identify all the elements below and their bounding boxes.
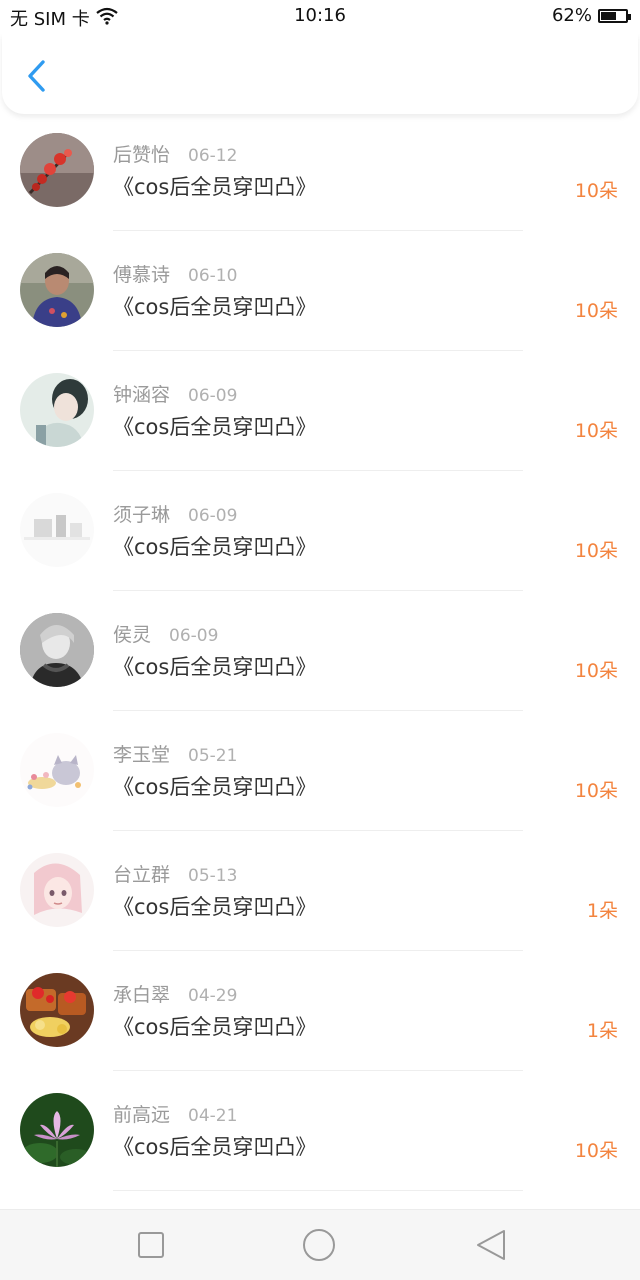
work-title: 《cos后全员穿凹凸》 <box>113 655 317 679</box>
square-icon <box>138 1232 164 1258</box>
divider <box>113 230 523 231</box>
gift-date: 04-29 <box>188 986 238 1006</box>
sender-line: 台立群 05-13 <box>113 860 237 887</box>
list-item[interactable]: 须子琳 06-09 《cos后全员穿凹凸》 10朵 <box>0 484 640 604</box>
gift-date: 06-12 <box>188 146 238 166</box>
sender-line: 侯灵 06-09 <box>113 620 218 647</box>
work-title: 《cos后全员穿凹凸》 <box>113 175 317 199</box>
chevron-left-icon <box>28 60 45 92</box>
list-item[interactable]: 钟涵容 06-09 《cos后全员穿凹凸》 10朵 <box>0 364 640 484</box>
sender-line: 承白翠 04-29 <box>113 980 237 1007</box>
status-time: 10:16 <box>294 5 346 26</box>
status-right: 62% <box>551 5 631 26</box>
list-item[interactable]: 前高远 04-21 《cos后全员穿凹凸》 10朵 <box>0 1084 640 1204</box>
recents-button[interactable] <box>134 1228 168 1262</box>
home-button[interactable] <box>302 1228 336 1262</box>
list-item[interactable]: 后赞怡 06-12 《cos后全员穿凹凸》 10朵 <box>0 124 640 244</box>
list-item[interactable]: 李玉堂 05-21 《cos后全员穿凹凸》 10朵 <box>0 724 640 844</box>
divider <box>113 350 523 351</box>
triangle-back-icon <box>477 1230 505 1260</box>
list-item[interactable]: 傅慕诗 06-10 《cos后全员穿凹凸》 10朵 <box>0 244 640 364</box>
gift-date: 05-13 <box>188 866 238 886</box>
gift-date: 06-09 <box>169 626 219 646</box>
flower-count: 10朵 <box>574 300 618 322</box>
divider <box>113 590 523 591</box>
battery-level <box>601 11 616 20</box>
work-title: 《cos后全员穿凹凸》 <box>113 535 317 559</box>
sender-name: 傅慕诗 <box>113 264 171 286</box>
sender-name: 承白翠 <box>113 984 171 1006</box>
flower-count: 10朵 <box>574 780 618 802</box>
header <box>2 34 638 114</box>
sender-line: 后赞怡 06-12 <box>113 140 237 167</box>
work-title: 《cos后全员穿凹凸》 <box>113 775 317 799</box>
list-item[interactable]: 承白翠 04-29 《cos后全员穿凹凸》 1朵 <box>0 964 640 1084</box>
flower-count: 10朵 <box>574 180 618 202</box>
flower-count: 10朵 <box>574 1140 618 1162</box>
avatar <box>20 733 94 807</box>
sender-name: 后赞怡 <box>113 144 171 166</box>
avatar <box>20 253 94 327</box>
gift-date: 06-09 <box>188 506 238 526</box>
avatar <box>20 853 94 927</box>
sender-line: 钟涵容 06-09 <box>113 380 237 407</box>
work-title: 《cos后全员穿凹凸》 <box>113 1015 317 1039</box>
gift-date: 05-21 <box>188 746 238 766</box>
battery-percent: 62% <box>551 5 592 26</box>
system-nav-bar <box>0 1209 640 1280</box>
flower-count: 1朵 <box>586 900 618 922</box>
flower-count: 10朵 <box>574 540 618 562</box>
list-item[interactable]: 侯灵 06-09 《cos后全员穿凹凸》 10朵 <box>0 604 640 724</box>
gift-date: 06-10 <box>188 266 238 286</box>
divider <box>113 470 523 471</box>
avatar <box>20 1093 94 1167</box>
divider <box>113 710 523 711</box>
list-item[interactable]: 台立群 05-13 《cos后全员穿凹凸》 1朵 <box>0 844 640 964</box>
sender-name: 钟涵容 <box>113 384 171 406</box>
sender-name: 台立群 <box>113 864 171 886</box>
work-title: 《cos后全员穿凹凸》 <box>113 295 317 319</box>
sender-name: 须子琳 <box>113 504 171 526</box>
divider <box>113 1190 523 1191</box>
status-bar: 无 SIM 卡 10:16 62% <box>0 0 640 34</box>
nav-back-button[interactable] <box>474 1228 508 1262</box>
avatar <box>20 493 94 567</box>
work-title: 《cos后全员穿凹凸》 <box>113 895 317 919</box>
battery-icon <box>598 8 631 23</box>
flower-count: 1朵 <box>586 1020 618 1042</box>
flower-count: 10朵 <box>574 660 618 682</box>
sender-name: 前高远 <box>113 1104 171 1126</box>
sender-line: 李玉堂 05-21 <box>113 740 237 767</box>
circle-icon <box>303 1229 335 1261</box>
sender-name: 侯灵 <box>113 624 152 646</box>
divider <box>113 1070 523 1071</box>
back-button[interactable] <box>20 56 56 96</box>
work-title: 《cos后全员穿凹凸》 <box>113 1135 317 1159</box>
divider <box>113 950 523 951</box>
sender-line: 须子琳 06-09 <box>113 500 237 527</box>
work-title: 《cos后全员穿凹凸》 <box>113 415 317 439</box>
sender-line: 傅慕诗 06-10 <box>113 260 237 287</box>
divider <box>113 830 523 831</box>
gift-date: 06-09 <box>188 386 238 406</box>
screen: 无 SIM 卡 10:16 62% 后赞怡 06-12 《cos后全员穿凹凸》 … <box>0 0 640 1280</box>
gift-date: 04-21 <box>188 1106 238 1126</box>
sender-line: 前高远 04-21 <box>113 1100 237 1127</box>
avatar <box>20 133 94 207</box>
avatar <box>20 373 94 447</box>
avatar <box>20 973 94 1047</box>
flower-count: 10朵 <box>574 420 618 442</box>
gift-list: 后赞怡 06-12 《cos后全员穿凹凸》 10朵 傅慕诗 06-10 《cos… <box>0 114 640 1209</box>
avatar <box>20 613 94 687</box>
sender-name: 李玉堂 <box>113 744 171 766</box>
